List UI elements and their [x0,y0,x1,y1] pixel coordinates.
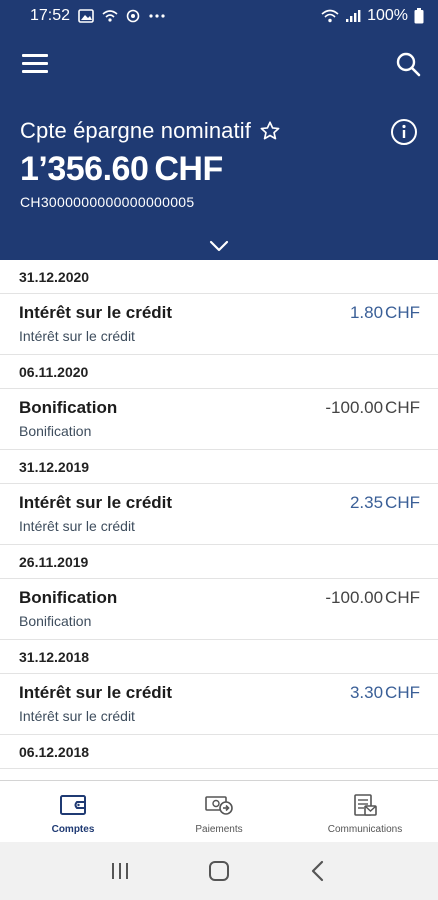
transaction-subtitle: Bonification [19,613,92,629]
transaction-date: 31.12.2019 [0,450,438,484]
transaction-row[interactable]: Intérêt sur le crédit Intérêt sur le créd… [0,674,438,735]
battery-percent: 100% [367,7,408,24]
tab-paiements[interactable]: Paiements [146,781,292,842]
wallet-icon [58,793,88,817]
chevron-down-icon[interactable] [208,238,230,254]
account-title: Cpte épargne nominatif [20,118,281,144]
transaction-amount: 3.30 CHF [350,683,420,703]
amount-currency: CHF [385,398,420,417]
balance-currency: CHF [154,150,223,188]
tab-label: Paiements [195,824,243,835]
balance-amount: 1’356.60 [20,150,149,188]
status-bar: 17:52 100% [0,0,438,32]
wifi-icon [321,9,339,23]
amount-value: 3.30 [349,683,384,702]
amount-currency: CHF [385,303,420,322]
transaction-amount: 2.35 CHF [350,493,420,513]
gallery-icon [78,9,94,23]
amount-value: -100.00 [325,588,384,607]
transaction-amount: -100.00 CHF [325,398,420,418]
amount-value: 1.80 [349,303,384,322]
transaction-amount: 1.80 CHF [350,303,420,323]
transaction-row[interactable]: Bonification Bonification -100.00 CHF [0,579,438,640]
transaction-title: Bonification [19,398,118,417]
info-icon[interactable] [390,118,418,146]
transaction-date: 06.11.2020 [0,355,438,389]
transaction-row[interactable]: Bonification Bonification -100.00 CHF [0,389,438,450]
back-icon[interactable] [303,856,333,886]
transaction-title: Intérêt sur le crédit [19,493,173,512]
sync-icon [126,9,140,23]
transaction-date: 06.12.2018 [0,735,438,769]
tab-communications[interactable]: Communications [292,781,438,842]
payments-icon [204,793,234,817]
transaction-date: 31.12.2018 [0,640,438,674]
amount-currency: CHF [385,588,420,607]
transaction-list[interactable]: 31.12.2020 Intérêt sur le crédit Intérêt s… [0,260,438,780]
amount-value: -100.00 [325,398,384,417]
transaction-title: Bonification [19,588,118,607]
amount-currency: CHF [385,493,420,512]
menu-icon[interactable] [22,54,48,74]
transaction-subtitle: Intérêt sur le crédit [19,328,135,344]
bottom-tab-bar: Comptes Paiements Communications [0,780,438,842]
transaction-subtitle: Intérêt sur le crédit [19,708,135,724]
tab-label: Communications [327,824,403,835]
amount-value: 2.35 [349,493,384,512]
favorite-star-icon[interactable] [259,120,281,142]
more-dots-icon [148,13,166,19]
home-icon[interactable] [204,856,234,886]
transaction-title: Intérêt sur le crédit [19,303,173,322]
tab-label: Comptes [51,824,95,835]
search-icon[interactable] [394,50,422,78]
wifi-call-icon [102,9,118,23]
transaction-row[interactable]: Intérêt sur le crédit Intérêt sur le créd… [0,484,438,545]
account-name: Cpte épargne nominatif [20,118,251,143]
transaction-title: Intérêt sur le crédit [19,683,173,702]
transaction-row[interactable] [0,769,438,780]
transaction-subtitle: Bonification [19,423,92,439]
signal-icon [345,9,361,23]
transaction-date: 31.12.2020 [0,260,438,294]
communications-icon [350,793,380,817]
account-iban: CH3000000000000000005 [20,194,195,210]
transaction-row[interactable]: Intérêt sur le crédit Intérêt sur le créd… [0,294,438,355]
tab-comptes[interactable]: Comptes [0,781,146,842]
battery-icon [414,8,424,24]
account-header: Cpte épargne nominatif 1’356.60 CHF CH300… [0,32,438,260]
amount-currency: CHF [385,683,420,702]
transaction-amount: -100.00 CHF [325,588,420,608]
system-nav-bar [0,842,438,900]
transaction-date: 26.11.2019 [0,545,438,579]
status-time: 17:52 [30,7,71,24]
account-balance: 1’356.60 CHF [20,150,223,189]
recent-apps-icon[interactable] [105,856,135,886]
transaction-subtitle: Intérêt sur le crédit [19,518,135,534]
